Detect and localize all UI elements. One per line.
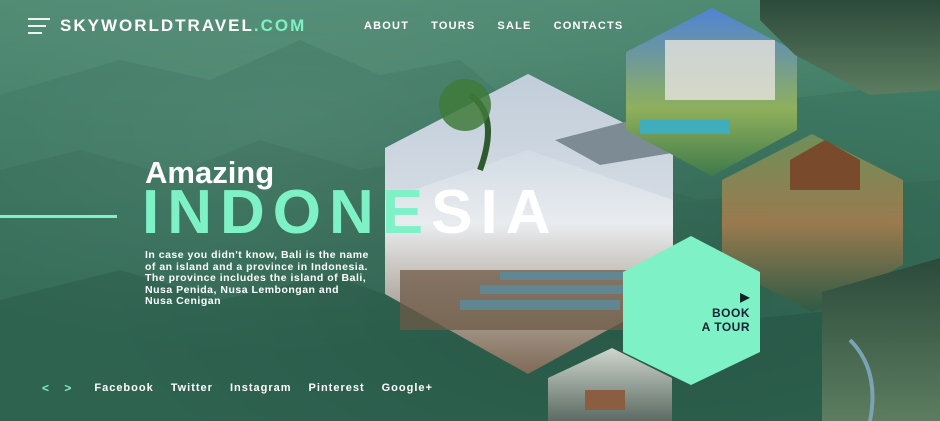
site-logo-text[interactable]: SKYWORLDTRAVEL.COM xyxy=(60,16,306,36)
nav-tours[interactable]: TOURS xyxy=(431,20,475,32)
social-pinterest[interactable]: Pinterest xyxy=(309,382,365,394)
hero-description: In case you didn't know, Bali is the nam… xyxy=(145,249,369,307)
nav-about[interactable]: ABOUT xyxy=(364,20,409,32)
logo[interactable]: SKYWORLDTRAVEL.COM xyxy=(28,16,306,36)
social-arrows-icon[interactable]: < > xyxy=(42,381,77,395)
cta-line2: A TOUR xyxy=(701,320,750,334)
social-facebook[interactable]: Facebook xyxy=(94,382,153,394)
social-instagram[interactable]: Instagram xyxy=(230,382,292,394)
hero-title-line2: INDONESIA xyxy=(142,182,559,244)
hero-title-part1: INDONE xyxy=(142,178,432,247)
menu-icon[interactable] xyxy=(28,18,50,34)
logo-suffix: .COM xyxy=(253,16,307,35)
social-links: < > Facebook Twitter Instagram Pinterest… xyxy=(42,381,433,395)
main-nav: ABOUT TOURS SALE CONTACTS xyxy=(364,20,623,32)
accent-line xyxy=(0,215,117,218)
landing-page: SKYWORLDTRAVEL.COM ABOUT TOURS SALE CONT… xyxy=(0,0,940,421)
hero-title-part2: SIA xyxy=(431,178,559,247)
cta-line1: BOOK xyxy=(712,306,750,320)
book-tour-button[interactable]: ▶ BOOK A TOUR xyxy=(632,290,750,334)
nav-sale[interactable]: SALE xyxy=(497,20,531,32)
nav-contacts[interactable]: CONTACTS xyxy=(554,20,624,32)
play-icon: ▶ xyxy=(740,290,750,304)
social-twitter[interactable]: Twitter xyxy=(171,382,213,394)
social-googleplus[interactable]: Google+ xyxy=(382,382,433,394)
logo-main: SKYWORLDTRAVEL xyxy=(60,16,254,35)
